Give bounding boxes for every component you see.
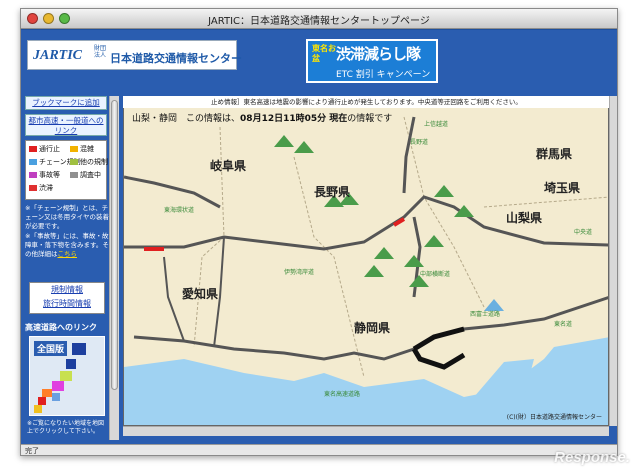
pref-gifu[interactable]: 岐阜県	[210, 157, 246, 174]
road-label: 長野道	[410, 139, 429, 146]
legend-swatch	[29, 185, 37, 191]
region-chubu[interactable]	[52, 381, 64, 391]
logo-jartic-text: JARTIC	[33, 48, 83, 63]
region-kanto[interactable]	[60, 371, 72, 381]
road-label: 東名道	[554, 321, 573, 328]
region-tokai[interactable]	[52, 393, 60, 401]
campaign-top-text: 東名お盆	[312, 44, 336, 63]
pref-shizuoka[interactable]: 静岡県	[354, 319, 390, 336]
pref-nagano[interactable]: 長野県	[314, 183, 350, 200]
regulation-link[interactable]: 規制情報	[30, 283, 104, 297]
suruga-bay	[474, 359, 534, 397]
border-saitama	[483, 196, 608, 208]
legend-swatch	[29, 146, 37, 152]
japan-mini-map[interactable]: 全国版	[29, 336, 105, 416]
legend-swatch	[29, 172, 37, 178]
details-link[interactable]: こちら	[58, 250, 78, 258]
sidebar: ブックマークに追加 都市高速・一般道へのリンク 通行止 混雑 チェーン規制 他の…	[25, 96, 121, 442]
region-hokkaido[interactable]	[72, 343, 86, 355]
highway-links-heading: 高速道路へのリンク	[25, 323, 97, 332]
legend-item: 調査中	[70, 170, 101, 180]
legend-item: 他の規制	[70, 157, 108, 167]
legend-label: 事故等	[39, 171, 60, 179]
sidebar-scrollbar[interactable]	[109, 96, 119, 440]
travel-time-link[interactable]: 旅行時間情報	[30, 297, 104, 311]
logo-name-text: 日本道路交通情報センター	[110, 52, 242, 65]
legend-label: 通行止	[39, 145, 60, 153]
region-tohoku[interactable]	[66, 359, 76, 369]
road-label: 上信越道	[424, 121, 449, 128]
map-area: 山梨・静岡	[132, 114, 178, 124]
legend-label: 調査中	[80, 171, 101, 179]
legend-item: 混雑	[70, 144, 94, 154]
info-links: 規制情報 旅行時間情報	[29, 282, 105, 314]
map-info-line: 山梨・静岡 この情報は、08月12日11時05分 現在の情報です	[132, 111, 392, 124]
info-time: 08月12日11時05分 現在	[240, 114, 348, 124]
watermark-logo: Response.	[554, 449, 630, 466]
campaign-main-text: 渋滞減らし隊	[336, 45, 421, 63]
mini-map-note: ※ご覧になりたい地域を地図上でクリックして下さい。	[27, 420, 105, 435]
page-header: JARTIC 財団法人 日本道路交通情報センター 東名お盆 渋滞減らし隊 ETC…	[21, 30, 617, 92]
pref-saitama[interactable]: 埼玉県	[544, 179, 580, 196]
info-label: この情報は、	[186, 114, 241, 124]
map-copyright: (C)(財）日本道路交通情報センター	[506, 414, 602, 421]
region-chugoku[interactable]	[38, 397, 46, 405]
accident-note: ※「事故等」には、事故・故障車・落下物を含みます。その他詳細はこちら	[25, 232, 109, 259]
logo-sub-text: 財団法人	[94, 45, 107, 59]
legend-item: 事故等	[29, 170, 60, 180]
pref-aichi[interactable]: 愛知県	[182, 285, 218, 302]
legend: 通行止 混雑 チェーン規制 他の規制 事故等 調査中 渋滞	[25, 140, 108, 200]
legend-item: 渋滞	[29, 183, 53, 193]
status-bar: 完了	[21, 444, 617, 455]
legend-item: 通行止	[29, 144, 60, 154]
window-title: JARTIC：日本道路交通情報センタートップページ	[208, 16, 430, 27]
legend-swatch	[70, 159, 78, 165]
closure-segment-black-2	[411, 347, 466, 370]
traffic-map[interactable]: 山梨・静岡 この情報は、08月12日11時05分 現在の情報です 岐阜県 長野県…	[123, 96, 609, 426]
mountains	[274, 135, 474, 287]
browser-window: JARTIC：日本道路交通情報センタートップページ JARTIC 財団法人 日本…	[20, 8, 618, 456]
congestion-segment-red-2	[392, 217, 406, 227]
legend-swatch	[29, 159, 37, 165]
region-kinki[interactable]	[42, 389, 52, 397]
road-label: 伊勢湾岸道	[284, 269, 315, 276]
pref-yamanashi[interactable]: 山梨県	[506, 209, 542, 226]
legend-swatch	[70, 146, 78, 152]
legend-label: 混雑	[80, 145, 94, 153]
tokai-kanjo-road	[124, 175, 221, 209]
news-ticker: 止め情報］東名高速は地震の影響により通行止めが発生しております。中央道等迂回路を…	[123, 96, 609, 108]
region-kyushu[interactable]	[34, 405, 42, 413]
map-horizontal-scrollbar[interactable]	[123, 426, 609, 436]
sidebar-scroll-thumb[interactable]	[111, 100, 118, 390]
zenkoku-button[interactable]: 全国版	[34, 341, 68, 356]
toshi-link[interactable]: 都市高速・一般道へのリンク	[25, 114, 107, 136]
pref-gunma[interactable]: 群馬県	[536, 145, 572, 162]
campaign-banner[interactable]: 東名お盆 渋滞減らし隊 ETC 割引 キャンペーン	[306, 39, 438, 83]
road-label: 東海環状道	[164, 207, 195, 214]
legend-swatch	[70, 172, 78, 178]
nagoya-ring	[163, 256, 185, 342]
nagano-expressway	[402, 116, 416, 194]
info-suffix: の情報です	[347, 114, 393, 124]
road-label: 中部横断道	[420, 271, 451, 278]
jartic-logo[interactable]: JARTIC 財団法人 日本道路交通情報センター	[27, 40, 242, 70]
title-bar: JARTIC：日本道路交通情報センタートップページ	[21, 9, 617, 29]
bookmark-link[interactable]: ブックマークに追加	[25, 96, 107, 110]
chain-note: ※「チェーン規制」とは、チェーン又は冬用タイヤの装着が必要です。	[25, 204, 109, 230]
map-vertical-scrollbar[interactable]	[609, 96, 617, 426]
road-label: 西富士道路	[470, 311, 501, 318]
legend-label: 他の規制	[80, 158, 108, 166]
closure-segment-black	[412, 326, 465, 352]
page-content: JARTIC 財団法人 日本道路交通情報センター 東名お盆 渋滞減らし隊 ETC…	[21, 30, 617, 444]
road-label: 中央道	[574, 229, 593, 236]
road-label: 東名高速道路	[324, 391, 361, 398]
campaign-sub-text: ETC 割引 キャンペーン	[336, 70, 431, 80]
legend-label: 渋滞	[39, 184, 53, 192]
